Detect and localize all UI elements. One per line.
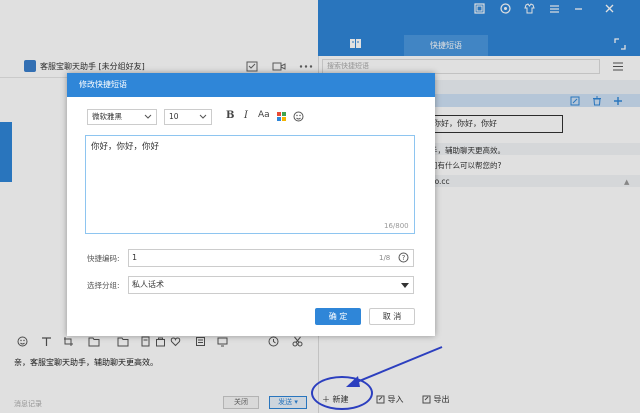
phrase-content-editor[interactable]: 你好，你好，你好 (85, 135, 415, 234)
code-input[interactable]: 1 (128, 249, 414, 267)
italic-button[interactable]: I (244, 110, 248, 121)
font-color-button[interactable]: Aa (258, 110, 270, 120)
caret-down-icon (401, 283, 409, 288)
color-palette-icon[interactable] (277, 112, 286, 121)
svg-text:?: ? (402, 254, 406, 262)
emoji-icon[interactable] (293, 111, 304, 122)
confirm-button[interactable]: 确 定 (315, 308, 361, 325)
group-value: 私人话术 (132, 280, 164, 289)
group-label: 选择分组: (87, 281, 120, 290)
group-select[interactable]: 私人话术 (128, 276, 414, 294)
dialog-title: 修改快捷短语 (67, 73, 435, 97)
font-value: 微软雅黑 (92, 112, 122, 121)
size-value: 10 (169, 112, 179, 121)
char-counter: 16/800 (384, 222, 409, 230)
code-label: 快捷编码: (87, 254, 120, 263)
cancel-button[interactable]: 取 消 (369, 308, 415, 325)
chevron-down-icon (144, 114, 152, 120)
annotation-circle (311, 376, 373, 410)
chevron-down-icon (199, 114, 207, 120)
help-icon[interactable]: ? (398, 252, 409, 263)
font-select[interactable]: 微软雅黑 (87, 109, 157, 125)
size-select[interactable]: 10 (164, 109, 212, 125)
bold-button[interactable]: B (226, 110, 234, 121)
code-counter: 1/8 (379, 254, 391, 262)
